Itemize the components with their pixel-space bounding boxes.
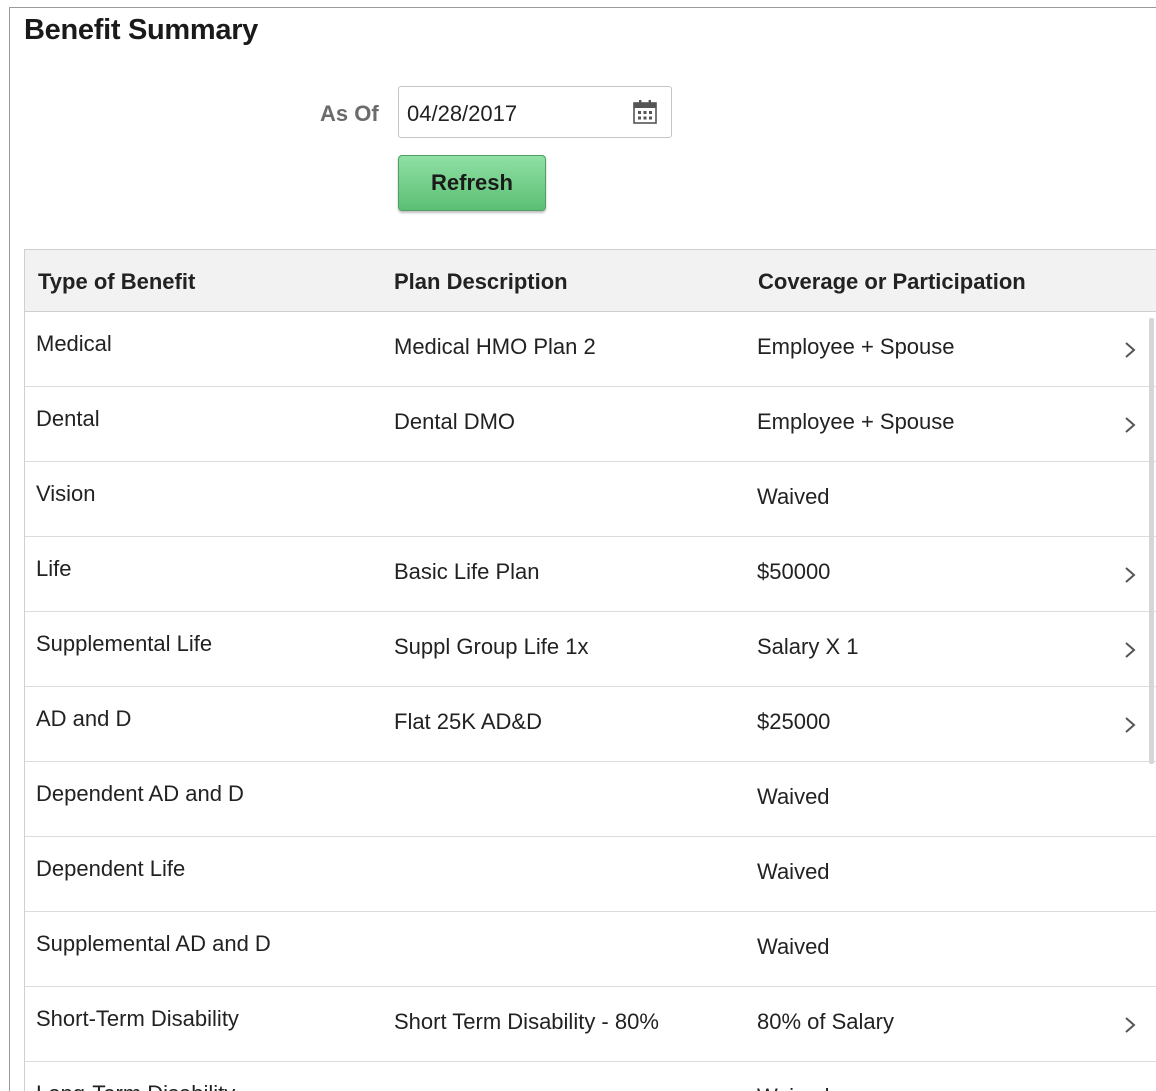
coverage-cell: $50000 — [757, 559, 831, 584]
coverage-cell: Employee + Spouse — [757, 409, 955, 434]
coverage-cell: Employee + Spouse — [757, 334, 955, 359]
coverage-cell: Waived — [757, 934, 830, 959]
plan-description-cell: Medical HMO Plan 2 — [394, 334, 596, 359]
frame-left-border — [9, 7, 10, 1091]
benefits-grid: Type of Benefit Plan Description Coverag… — [24, 249, 1156, 1091]
chevron-right-icon[interactable] — [1123, 639, 1137, 661]
refresh-button[interactable]: Refresh — [398, 155, 546, 211]
coverage-cell: Waived — [757, 859, 830, 884]
grid-scrollbar[interactable] — [1149, 318, 1154, 764]
coverage-cell: Salary X 1 — [757, 634, 859, 659]
coverage-cell: $25000 — [757, 709, 831, 734]
benefit-type-cell: Dependent AD and D — [36, 781, 244, 806]
benefit-type-cell: Life — [36, 556, 72, 581]
plan-description-cell: Basic Life Plan — [394, 559, 540, 584]
as-of-date-input[interactable]: 04/28/2017 — [398, 86, 672, 138]
chevron-right-icon[interactable] — [1123, 714, 1137, 736]
coverage-cell: Waived — [757, 1084, 830, 1091]
plan-description-cell: Flat 25K AD&D — [394, 709, 542, 734]
plan-description-cell: Suppl Group Life 1x — [394, 634, 589, 659]
page-title: Benefit Summary — [24, 14, 259, 46]
frame-top-border — [9, 7, 1156, 8]
benefit-type-cell: Long-Term Disability — [36, 1081, 235, 1091]
table-row[interactable]: Supplemental Life Suppl Group Life 1x Sala… — [25, 612, 1156, 687]
grid-body: Medical Medical HMO Plan 2 Employee + Spou… — [25, 312, 1156, 1091]
benefit-type-cell: Dependent Life — [36, 856, 186, 881]
benefit-type-cell: Short-Term Disability — [36, 1006, 239, 1031]
chevron-right-icon[interactable] — [1123, 1014, 1137, 1036]
plan-description-cell: Short Term Disability - 80% — [394, 1009, 659, 1034]
benefit-type-cell: Vision — [36, 481, 96, 506]
coverage-cell: Waived — [757, 484, 830, 509]
table-row: Supplemental AD and D Waived — [25, 912, 1156, 987]
table-row[interactable]: AD and D Flat 25K AD&D $25000 — [25, 687, 1156, 762]
header-type-of-benefit: Type of Benefit — [38, 269, 196, 294]
chevron-right-icon[interactable] — [1123, 564, 1137, 586]
benefit-type-cell: Supplemental Life — [36, 631, 213, 656]
chevron-right-icon[interactable] — [1123, 414, 1137, 436]
as-of-label: As Of — [320, 101, 379, 126]
table-row: Dependent Life Waived — [25, 837, 1156, 912]
benefit-type-cell: Medical — [36, 331, 112, 356]
table-row: Vision Waived — [25, 462, 1156, 537]
header-plan-description: Plan Description — [394, 269, 568, 294]
table-row[interactable]: Dental Dental DMO Employee + Spouse — [25, 387, 1156, 462]
header-coverage: Coverage or Participation — [758, 269, 1026, 294]
table-row[interactable]: Life Basic Life Plan $50000 — [25, 537, 1156, 612]
benefit-type-cell: Dental — [36, 406, 100, 431]
coverage-cell: Waived — [757, 784, 830, 809]
as-of-date-value[interactable]: 04/28/2017 — [407, 101, 517, 127]
table-row[interactable]: Short-Term Disability Short Term Disabili… — [25, 987, 1156, 1062]
benefit-type-cell: Supplemental AD and D — [36, 931, 271, 956]
chevron-right-icon[interactable] — [1123, 339, 1137, 361]
plan-description-cell: Dental DMO — [394, 409, 516, 434]
coverage-cell: 80% of Salary — [757, 1009, 894, 1034]
table-row: Long-Term Disability Waived — [25, 1062, 1156, 1091]
table-row[interactable]: Medical Medical HMO Plan 2 Employee + Spou… — [25, 312, 1156, 387]
grid-header: Type of Benefit Plan Description Coverag… — [25, 250, 1156, 312]
benefit-type-cell: AD and D — [36, 706, 132, 731]
table-row: Dependent AD and D Waived — [25, 762, 1156, 837]
calendar-icon[interactable] — [631, 98, 659, 126]
